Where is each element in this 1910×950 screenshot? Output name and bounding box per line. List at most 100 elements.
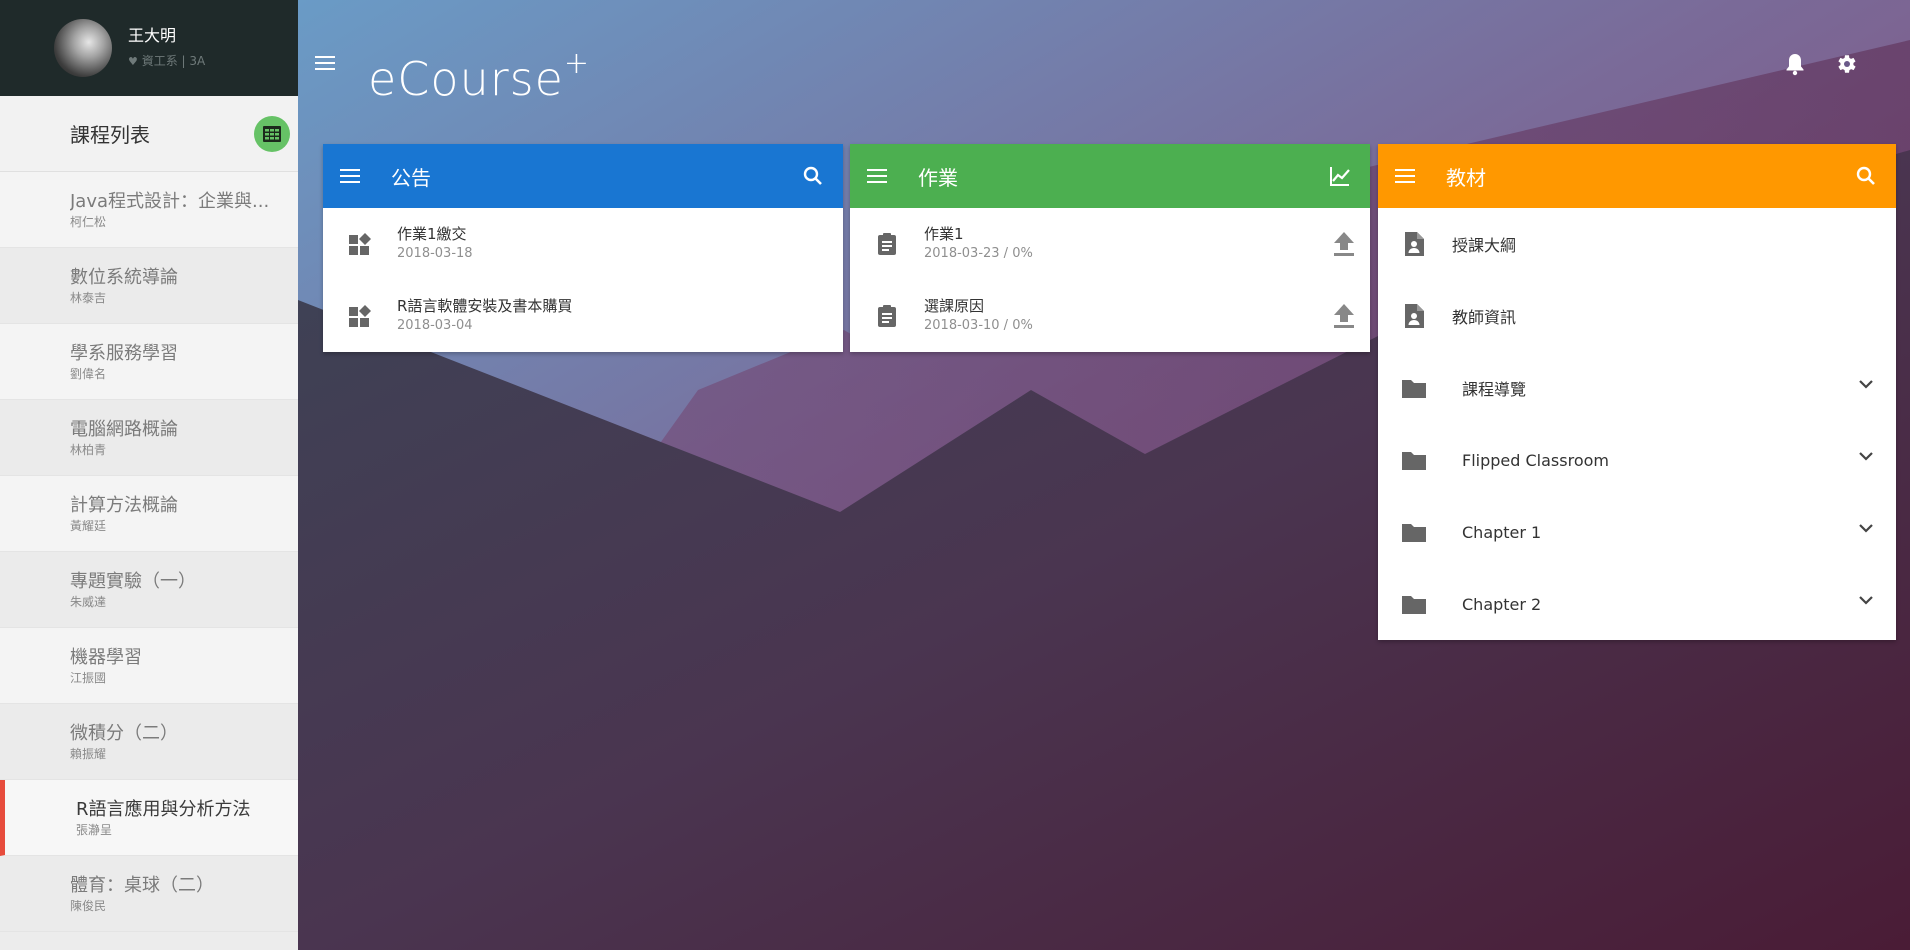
homework-header: 作業: [850, 144, 1370, 208]
material-folder-item[interactable]: Chapter 1: [1378, 496, 1896, 568]
assignment-icon: [878, 233, 896, 255]
user-name: 王大明: [128, 25, 177, 45]
course-teacher: 劉偉名: [70, 366, 107, 381]
search-icon[interactable]: [1854, 164, 1878, 188]
logo-text: eCourse: [368, 52, 564, 106]
app-logo[interactable]: eCourse+: [368, 36, 590, 107]
table-grid-icon: [263, 125, 281, 142]
course-list-header: 課程列表: [0, 96, 298, 172]
announcement-title: 作業1繳交: [397, 225, 467, 243]
course-item[interactable]: 機器學習 江振國: [0, 628, 298, 704]
menu-icon[interactable]: [1394, 165, 1416, 187]
course-item[interactable]: 體育：桌球（二） 陳俊民: [0, 856, 298, 932]
user-dept: 資工系 | 3A: [141, 53, 206, 68]
announcement-title: R語言軟體安裝及書本購買: [397, 297, 573, 315]
course-teacher: 陳俊民: [70, 898, 107, 913]
course-teacher: 柯仁松: [70, 214, 107, 229]
folder-icon: [1402, 452, 1426, 470]
course-item[interactable]: 專題實驗（一） 朱威達: [0, 552, 298, 628]
menu-icon[interactable]: [339, 165, 361, 187]
user-dept-line: ♥ 資工系 | 3A: [128, 51, 205, 72]
course-name: 學系服務學習: [70, 342, 178, 364]
course-name: 專題實驗（一）: [70, 570, 196, 592]
homework-item[interactable]: 選課原因 2018-03-10 / 0%: [850, 280, 1370, 352]
chevron-down-icon[interactable]: [1858, 522, 1874, 534]
materials-header: 教材: [1378, 144, 1896, 208]
location-pin-icon: ♥: [128, 54, 138, 68]
course-name: 體育：桌球（二）: [70, 874, 214, 896]
material-folder-item[interactable]: Chapter 2: [1378, 568, 1896, 640]
announcement-item[interactable]: 作業1繳交 2018-03-18: [323, 208, 843, 280]
material-title: Chapter 1: [1462, 522, 1542, 542]
assignment-icon: [878, 305, 896, 327]
settings-gear-icon[interactable]: [1834, 52, 1858, 76]
course-teacher: 賴振耀: [70, 746, 107, 761]
course-teacher: 江振國: [70, 670, 107, 685]
material-title: 課程導覽: [1462, 380, 1527, 399]
announcement-date: 2018-03-18: [397, 246, 473, 261]
widgets-icon: [349, 233, 371, 255]
course-teacher: 林泰吉: [70, 290, 107, 305]
folder-icon: [1402, 380, 1426, 398]
course-name: 電腦網路概論: [70, 418, 178, 440]
homework-title: 作業1: [924, 225, 964, 243]
chevron-down-icon[interactable]: [1858, 594, 1874, 606]
homework-meta: 2018-03-23 / 0%: [924, 246, 1033, 261]
folder-icon: [1402, 524, 1426, 542]
upload-icon[interactable]: [1332, 302, 1356, 330]
widgets-icon: [349, 305, 371, 327]
course-item[interactable]: 微積分（二） 賴振耀: [0, 704, 298, 780]
file-person-icon: [1405, 304, 1424, 328]
course-name: R語言應用與分析方法: [76, 798, 251, 820]
course-item[interactable]: 學系服務學習 劉偉名: [0, 324, 298, 400]
avatar[interactable]: [54, 19, 112, 77]
course-item[interactable]: 計算方法概論 黃耀廷: [0, 476, 298, 552]
course-name: Java程式設計：企業與...: [70, 190, 270, 212]
course-item[interactable]: 電腦網路概論 林柏青: [0, 400, 298, 476]
search-icon[interactable]: [801, 164, 825, 188]
course-item[interactable]: Java程式設計：企業與... 柯仁松: [0, 172, 298, 248]
user-profile[interactable]: 王大明 ♥ 資工系 | 3A: [0, 0, 298, 96]
material-file-item[interactable]: 教師資訊: [1378, 280, 1896, 352]
course-name: 機器學習: [70, 646, 142, 668]
notification-bell-icon[interactable]: [1784, 52, 1806, 76]
announcements-header: 公告: [323, 144, 843, 208]
course-teacher: 林柏青: [70, 442, 107, 457]
line-chart-icon[interactable]: [1328, 164, 1352, 188]
announcements-panel: 公告 作業1繳交 2018-03-18 R語言軟體安裝及書本購買 2018-03…: [323, 144, 843, 352]
grid-view-button[interactable]: [254, 115, 290, 152]
course-teacher: 黃耀廷: [70, 518, 107, 533]
material-title: Flipped Classroom: [1462, 450, 1609, 470]
material-title: Chapter 2: [1462, 594, 1542, 614]
material-folder-item[interactable]: Flipped Classroom: [1378, 424, 1896, 496]
file-person-icon: [1405, 232, 1424, 256]
announcements-title: 公告: [391, 165, 431, 190]
material-title: 授課大綱: [1452, 236, 1517, 255]
material-file-item[interactable]: 授課大綱: [1378, 208, 1896, 280]
course-list-title: 課程列表: [70, 123, 150, 147]
announcement-item[interactable]: R語言軟體安裝及書本購買 2018-03-04: [323, 280, 843, 352]
course-item[interactable]: 數位系統導論 林泰吉: [0, 248, 298, 324]
homework-title: 選課原因: [924, 297, 985, 315]
chevron-down-icon[interactable]: [1858, 378, 1874, 390]
folder-icon: [1402, 596, 1426, 614]
chevron-down-icon[interactable]: [1858, 450, 1874, 462]
materials-title: 教材: [1446, 165, 1486, 190]
material-folder-item[interactable]: 課程導覽: [1378, 352, 1896, 424]
menu-icon[interactable]: [866, 165, 888, 187]
course-name: 微積分（二）: [70, 722, 178, 744]
menu-icon[interactable]: [314, 52, 336, 74]
homework-title: 作業: [918, 165, 958, 190]
logo-sup: +: [563, 46, 591, 81]
course-item-active[interactable]: R語言應用與分析方法 張瀞呈: [0, 780, 298, 856]
course-teacher: 朱威達: [70, 594, 107, 609]
material-title: 教師資訊: [1452, 308, 1517, 327]
course-teacher: 張瀞呈: [76, 822, 113, 837]
homework-panel: 作業 作業1 2018-03-23 / 0% 選課原因 2018-03-10 /…: [850, 144, 1370, 352]
sidebar: 王大明 ♥ 資工系 | 3A 課程列表 Java程式設計：企業與... 柯仁松: [0, 0, 298, 950]
homework-meta: 2018-03-10 / 0%: [924, 318, 1033, 333]
homework-item[interactable]: 作業1 2018-03-23 / 0%: [850, 208, 1370, 280]
upload-icon[interactable]: [1332, 230, 1356, 258]
course-name: 數位系統導論: [70, 266, 178, 288]
course-name: 計算方法概論: [70, 494, 178, 516]
